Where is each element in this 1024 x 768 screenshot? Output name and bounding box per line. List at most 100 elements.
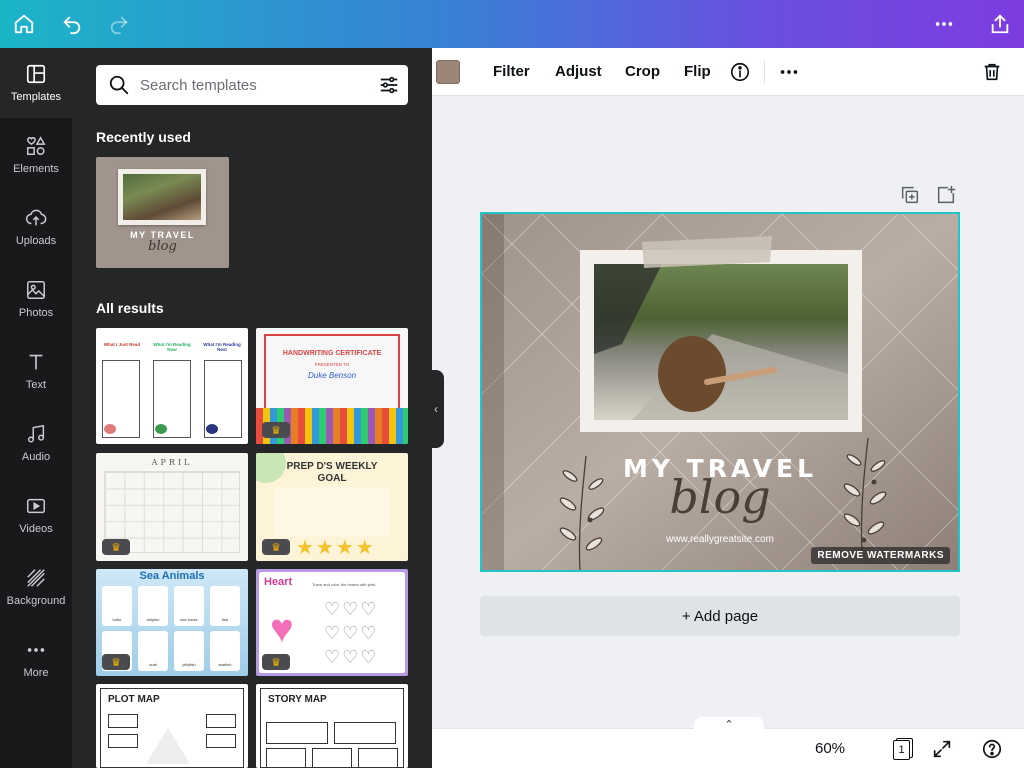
rail-elements[interactable]: Elements — [0, 120, 72, 190]
template-thumbnail[interactable]: Heart Trace and color the hearts with pi… — [256, 569, 408, 676]
rail-label: Templates — [10, 91, 62, 103]
audio-icon — [27, 424, 45, 443]
template-label: turtle — [112, 617, 122, 622]
chevron-up-icon: ⌃ — [724, 718, 734, 731]
premium-badge: ♛ — [102, 539, 130, 555]
rail-label: Background — [6, 595, 66, 607]
more-icon[interactable] — [928, 8, 960, 40]
rail-background[interactable]: Background — [0, 552, 72, 622]
crop-button[interactable]: Crop — [625, 63, 660, 80]
rail-uploads[interactable]: Uploads — [0, 192, 72, 262]
templates-icon — [26, 64, 46, 84]
template-thumbnail[interactable]: PREP D'S WEEKLY GOAL ★★★★ ♛ — [256, 453, 408, 561]
flip-button[interactable]: Flip — [684, 63, 711, 80]
rail-label: Audio — [21, 451, 51, 463]
zoom-level[interactable]: 60% — [815, 740, 845, 757]
template-thumbnail[interactable]: STORY MAP — [256, 684, 408, 768]
template-title: STORY MAP — [268, 694, 327, 705]
trash-icon[interactable] — [981, 61, 1003, 83]
show-pages-button[interactable]: ⌃ — [694, 717, 764, 731]
rail-audio[interactable]: Audio — [0, 408, 72, 478]
recently-used-title: Recently used — [96, 129, 191, 145]
rail-more[interactable]: More — [0, 624, 72, 694]
template-label: crab — [149, 662, 157, 667]
template-thumbnail[interactable]: HANDWRITING CERTIFICATE PRESENTED TO Duk… — [256, 328, 408, 444]
premium-badge: ♛ — [262, 539, 290, 555]
search-input[interactable] — [140, 73, 360, 97]
add-page-icon[interactable] — [935, 184, 957, 206]
collapse-panel-button[interactable]: ‹ — [428, 370, 444, 448]
template-title: PREP D'S WEEKLY GOAL — [286, 461, 378, 484]
more-icon[interactable] — [778, 61, 800, 83]
home-icon[interactable] — [8, 8, 40, 40]
template-subtitle: PRESENTED TO — [314, 362, 350, 367]
undo-icon[interactable] — [56, 8, 88, 40]
template-label: sea horse — [180, 617, 198, 622]
top-bar — [0, 0, 1024, 48]
design-script[interactable]: blog — [482, 470, 958, 524]
search-box — [96, 65, 408, 105]
pages-icon[interactable]: 1 — [893, 738, 913, 760]
template-thumbnail[interactable]: APRIL ♛ — [96, 453, 248, 561]
template-thumbnail[interactable]: Sea Animals turtle dolphin sea horse fis… — [96, 569, 248, 676]
template-title: APRIL — [151, 458, 193, 467]
side-rail: Templates Elements Uploads Photos Text A… — [0, 48, 72, 768]
rail-label: Uploads — [15, 235, 57, 247]
search-icon — [109, 75, 129, 95]
bottom-bar: ⌃ 60% 1 — [432, 717, 1024, 768]
rail-text[interactable]: Text — [0, 336, 72, 406]
duplicate-page-icon[interactable] — [899, 184, 921, 206]
recent-template-thumbnail[interactable]: MY TRAVEL blog — [96, 157, 229, 268]
background-icon — [27, 569, 45, 587]
adjust-button[interactable]: Adjust — [555, 63, 602, 80]
chevron-left-icon: ‹ — [434, 402, 438, 416]
redo-icon[interactable] — [103, 8, 135, 40]
rail-label: Photos — [18, 307, 54, 319]
premium-badge: ♛ — [102, 654, 130, 670]
template-label: starfish — [218, 662, 232, 667]
photos-icon — [27, 281, 45, 299]
rail-label: Elements — [13, 163, 59, 175]
filter-button[interactable]: Filter — [493, 63, 530, 80]
design-canvas[interactable]: MY TRAVEL blog www.reallygreatsite.com R… — [480, 212, 960, 572]
help-icon[interactable] — [981, 738, 1003, 760]
videos-icon — [27, 498, 45, 514]
rail-videos[interactable]: Videos — [0, 480, 72, 550]
template-label: What I Just Read — [103, 342, 141, 347]
recent-script: blog — [148, 239, 177, 254]
toolbar-divider — [764, 60, 765, 84]
design-url[interactable]: www.reallygreatsite.com — [482, 534, 958, 545]
template-thumbnail[interactable]: What I Just Read What I'm Reading Now Wh… — [96, 328, 248, 444]
add-page-button[interactable]: + Add page — [480, 596, 960, 636]
template-subtitle: Trace and color the hearts with pink. — [312, 582, 377, 587]
template-label: What I'm Reading Now — [153, 342, 191, 352]
share-icon[interactable] — [984, 8, 1016, 40]
rail-templates[interactable]: Templates — [0, 48, 72, 118]
page-count: 1 — [893, 740, 910, 760]
elements-icon — [27, 136, 46, 155]
premium-badge: ♛ — [262, 654, 290, 670]
all-results-title: All results — [96, 300, 164, 316]
templates-panel: Recently used MY TRAVEL blog All results… — [72, 48, 432, 768]
template-title: Heart — [264, 576, 293, 588]
template-title: PLOT MAP — [108, 694, 160, 705]
fullscreen-icon[interactable] — [931, 738, 953, 760]
premium-badge: ♛ — [262, 422, 290, 438]
context-toolbar: Filter Adjust Crop Flip — [432, 48, 1024, 96]
template-title: HANDWRITING CERTIFICATE — [282, 350, 382, 357]
rail-label: More — [23, 667, 49, 679]
template-title: Sea Animals — [139, 570, 205, 582]
template-label: fish — [221, 617, 229, 622]
info-icon[interactable] — [729, 61, 751, 83]
remove-watermarks-button[interactable]: REMOVE WATERMARKS — [811, 547, 950, 564]
rail-photos[interactable]: Photos — [0, 264, 72, 334]
template-thumbnail[interactable]: PLOT MAP — [96, 684, 248, 768]
rail-label: Videos — [19, 523, 53, 535]
color-swatch[interactable] — [436, 60, 460, 84]
text-icon — [29, 354, 43, 370]
rail-label: Text — [25, 379, 47, 391]
template-label: dolphin — [146, 617, 160, 622]
filter-icon[interactable] — [378, 74, 400, 96]
upload-icon — [25, 209, 47, 226]
template-name: Duke Benson — [307, 371, 357, 380]
